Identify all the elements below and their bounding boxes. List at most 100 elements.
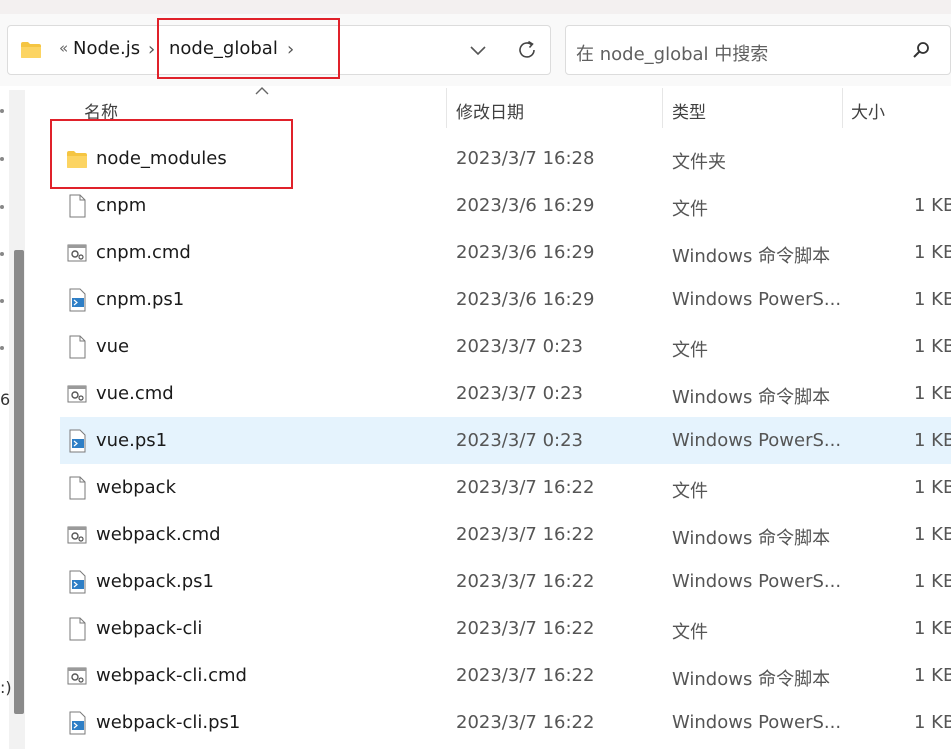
column-divider[interactable] <box>842 88 843 128</box>
file-name: webpack <box>96 477 176 498</box>
refresh-icon[interactable] <box>515 38 539 62</box>
file-type: Windows PowerS... <box>672 430 842 451</box>
file-type: Windows 命令脚本 <box>672 669 831 690</box>
table-row[interactable]: webpack.cmd 2023/3/7 16:22 Windows 命令脚本 … <box>60 511 951 558</box>
breadcrumb-item-nodejs[interactable]: Node.js <box>73 38 140 59</box>
table-row[interactable]: webpack-cli.cmd 2023/3/7 16:22 Windows 命… <box>60 652 951 699</box>
cmd-script-icon <box>67 667 87 685</box>
powershell-icon <box>69 288 86 312</box>
file-name: webpack.cmd <box>96 524 221 545</box>
column-header-type[interactable]: 类型 <box>672 98 706 123</box>
table-row[interactable]: webpack-cli.ps1 2023/3/7 16:22 Windows P… <box>60 699 951 746</box>
file-name: webpack-cli <box>96 618 203 639</box>
nav-expander-icon[interactable] <box>0 205 4 209</box>
file-size: 1 KB <box>914 571 951 592</box>
powershell-icon <box>69 711 86 735</box>
search-input[interactable]: 在 node_global 中搜索 <box>565 25 951 75</box>
file-type: 文件夹 <box>672 152 726 173</box>
file-date: 2023/3/7 16:28 <box>456 148 595 169</box>
file-date: 2023/3/7 16:22 <box>456 477 595 498</box>
search-placeholder: 在 node_global 中搜索 <box>576 44 769 65</box>
file-icon <box>69 476 86 500</box>
table-row[interactable]: vue.cmd 2023/3/7 0:23 Windows 命令脚本 1 KB <box>60 370 951 417</box>
table-row[interactable]: webpack-cli 2023/3/7 16:22 文件 1 KB <box>60 605 951 652</box>
file-date: 2023/3/6 16:29 <box>456 242 595 263</box>
sort-ascending-icon <box>255 87 269 95</box>
file-size: 1 KB <box>914 524 951 545</box>
file-name: vue <box>96 336 130 357</box>
file-name: cnpm.cmd <box>96 242 191 263</box>
file-date: 2023/3/7 0:23 <box>456 336 583 357</box>
file-size: 1 KB <box>914 477 951 498</box>
search-icon[interactable] <box>911 40 931 60</box>
file-size: 1 KB <box>914 289 951 310</box>
highlight-box-node-modules <box>50 119 293 189</box>
column-header-modified[interactable]: 修改日期 <box>456 98 524 123</box>
file-name: cnpm.ps1 <box>96 289 185 310</box>
file-name: webpack.ps1 <box>96 571 214 592</box>
column-header-size[interactable]: 大小 <box>851 98 885 123</box>
file-date: 2023/3/7 16:22 <box>456 524 595 545</box>
cmd-script-icon <box>67 385 87 403</box>
column-divider[interactable] <box>662 88 663 128</box>
file-size: 1 KB <box>914 336 951 357</box>
file-date: 2023/3/6 16:29 <box>456 195 595 216</box>
nav-expander-icon[interactable] <box>0 346 4 350</box>
nav-scrollbar-thumb[interactable] <box>14 250 24 714</box>
nav-item-partial-text: 6 <box>0 390 11 409</box>
file-date: 2023/3/6 16:29 <box>456 289 595 310</box>
folder-icon <box>21 42 41 58</box>
file-name: cnpm <box>96 195 147 216</box>
nav-expander-icon[interactable] <box>0 109 4 113</box>
file-size: 1 KB <box>914 383 951 404</box>
file-size: 1 KB <box>914 242 951 263</box>
file-icon <box>69 617 86 641</box>
table-row[interactable]: cnpm.ps1 2023/3/6 16:29 Windows PowerS..… <box>60 276 951 323</box>
highlight-box-address <box>157 18 340 79</box>
file-type: Windows PowerS... <box>672 712 842 733</box>
file-type: 文件 <box>672 481 708 502</box>
file-type: Windows PowerS... <box>672 289 842 310</box>
file-type: Windows 命令脚本 <box>672 528 831 549</box>
file-size: 1 KB <box>914 430 951 451</box>
file-date: 2023/3/7 0:23 <box>456 383 583 404</box>
table-row[interactable]: cnpm.cmd 2023/3/6 16:29 Windows 命令脚本 1 K… <box>60 229 951 276</box>
file-size: 1 KB <box>914 195 951 216</box>
cmd-script-icon <box>67 526 87 544</box>
file-date: 2023/3/7 16:22 <box>456 618 595 639</box>
nav-expander-icon[interactable] <box>0 252 4 256</box>
table-row[interactable]: cnpm 2023/3/6 16:29 文件 1 KB <box>60 182 951 229</box>
file-type: Windows PowerS... <box>672 571 842 592</box>
file-name: vue.cmd <box>96 383 174 404</box>
file-date: 2023/3/7 16:22 <box>456 571 595 592</box>
nav-expander-icon[interactable] <box>0 157 4 161</box>
file-name: webpack-cli.ps1 <box>96 712 241 733</box>
powershell-icon <box>69 570 86 594</box>
chevron-right-icon[interactable]: › <box>148 39 155 60</box>
file-date: 2023/3/7 0:23 <box>456 430 583 451</box>
file-name: webpack-cli.cmd <box>96 665 247 686</box>
nav-item-partial-text: :) <box>0 678 12 697</box>
cmd-script-icon <box>67 244 87 262</box>
file-type: Windows 命令脚本 <box>672 246 831 267</box>
file-icon <box>69 194 86 218</box>
table-row[interactable]: webpack.ps1 2023/3/7 16:22 Windows Power… <box>60 558 951 605</box>
file-type: 文件 <box>672 340 708 361</box>
table-row-selected[interactable]: vue.ps1 2023/3/7 0:23 Windows PowerS... … <box>60 417 951 464</box>
file-type: 文件 <box>672 199 708 220</box>
chevron-down-icon[interactable] <box>468 40 488 60</box>
powershell-icon <box>69 429 86 453</box>
window-top-strip <box>0 0 951 15</box>
breadcrumb-overflow-icon[interactable]: « <box>59 39 68 57</box>
nav-expander-icon[interactable] <box>0 299 4 303</box>
table-row[interactable]: webpack 2023/3/7 16:22 文件 1 KB <box>60 464 951 511</box>
file-date: 2023/3/7 16:22 <box>456 665 595 686</box>
table-row[interactable]: vue 2023/3/7 0:23 文件 1 KB <box>60 323 951 370</box>
file-size: 1 KB <box>914 618 951 639</box>
file-icon <box>69 335 86 359</box>
file-name: vue.ps1 <box>96 430 168 451</box>
column-divider[interactable] <box>446 88 447 128</box>
file-size: 1 KB <box>914 712 951 733</box>
file-type: 文件 <box>672 622 708 643</box>
file-size: 1 KB <box>914 665 951 686</box>
